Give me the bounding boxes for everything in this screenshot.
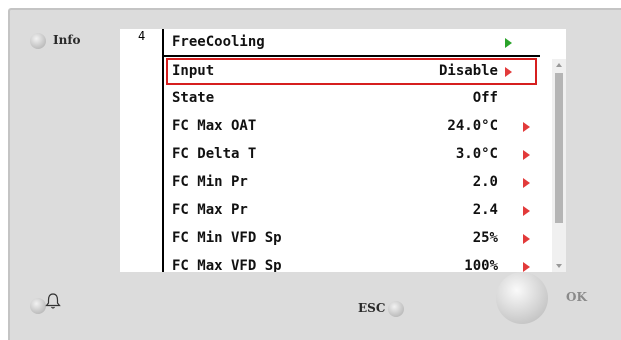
row-label: FC Delta T: [172, 146, 257, 162]
scroll-thumb[interactable]: [555, 73, 563, 223]
edit-arrow-icon[interactable]: [523, 234, 530, 244]
ok-knob-button[interactable]: [496, 272, 548, 324]
menu-row-fc-max-oat[interactable]: FC Max OAT 24.0°C: [164, 113, 540, 140]
menu-row-fc-min-pr[interactable]: FC Min Pr 2.0: [164, 169, 540, 196]
menu-row-fc-delta-t[interactable]: FC Delta T 3.0°C: [164, 141, 540, 168]
row-value: 2.4: [472, 202, 498, 218]
row-value: 3.0°C: [455, 146, 498, 162]
row-label: FC Max OAT: [172, 118, 257, 134]
scrollbar[interactable]: [552, 59, 566, 272]
row-value: 24.0°C: [447, 118, 498, 134]
row-value: 25%: [472, 230, 498, 246]
edit-arrow-icon[interactable]: [523, 262, 530, 272]
menu-row-fc-min-vfd-sp[interactable]: FC Min VFD Sp 25%: [164, 225, 540, 252]
esc-label: ESC: [358, 301, 386, 315]
row-label: FC Min Pr: [172, 174, 248, 190]
navigate-right-icon[interactable]: [505, 38, 512, 48]
menu-row-fc-max-vfd-sp[interactable]: FC Max VFD Sp 100%: [164, 253, 540, 272]
row-label: FC Min VFD Sp: [172, 230, 282, 246]
scroll-up-icon[interactable]: [556, 63, 562, 67]
row-value: 100%: [464, 258, 498, 272]
row-label: State: [172, 90, 215, 106]
menu-title: FreeCooling: [172, 34, 265, 50]
row-label: FC Max VFD Sp: [172, 258, 282, 272]
row-value: 2.0: [472, 174, 498, 190]
menu-row-state: State Off: [164, 85, 540, 112]
edit-arrow-icon[interactable]: [523, 122, 530, 132]
page-number-column: 4: [120, 29, 162, 272]
bell-icon: [45, 293, 61, 309]
edit-arrow-icon[interactable]: [523, 206, 530, 216]
page-number: 4: [138, 29, 146, 43]
row-value: Off: [472, 90, 498, 106]
info-label: Info: [53, 33, 81, 47]
ok-label: OK: [566, 290, 587, 304]
menu-title-row: FreeCooling: [164, 29, 540, 57]
edit-arrow-icon[interactable]: [523, 178, 530, 188]
scroll-down-icon[interactable]: [556, 264, 562, 268]
display-screen: 4 FreeCooling Input Disable State Off FC…: [120, 29, 566, 272]
row-label: FC Max Pr: [172, 202, 248, 218]
edit-arrow-icon[interactable]: [523, 150, 530, 160]
info-led-button[interactable]: [30, 33, 46, 49]
selection-highlight: [166, 58, 537, 85]
esc-button[interactable]: [388, 301, 404, 317]
menu-row-fc-max-pr[interactable]: FC Max Pr 2.4: [164, 197, 540, 224]
